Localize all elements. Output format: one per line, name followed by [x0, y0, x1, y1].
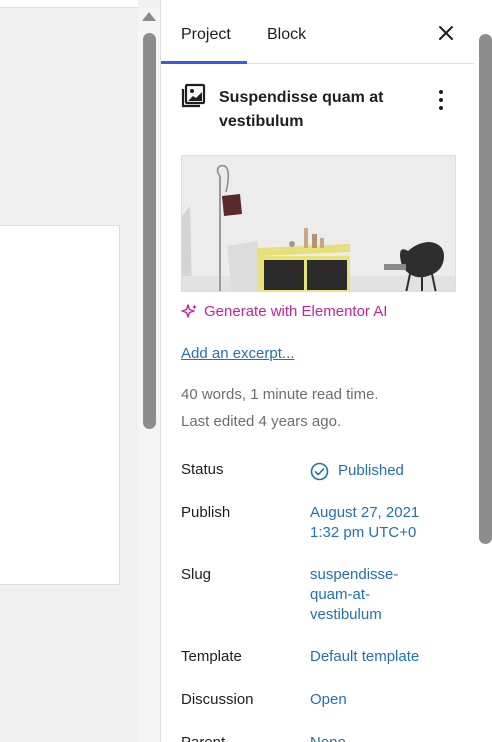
- parent-button[interactable]: None: [310, 733, 346, 742]
- template-button[interactable]: Default template: [310, 647, 419, 667]
- discussion-button[interactable]: Open: [310, 690, 347, 710]
- editor-block[interactable]: [0, 225, 120, 585]
- parent-label: Parent: [181, 734, 225, 742]
- settings-sidebar: Project Block Suspendisse quam at vestib…: [160, 0, 475, 742]
- close-sidebar-button[interactable]: [435, 22, 457, 44]
- more-vertical-icon: [439, 90, 443, 110]
- generate-with-ai-label: Generate with Elementor AI: [204, 303, 388, 320]
- status-value: Published: [338, 462, 404, 479]
- publish-label: Publish: [181, 504, 231, 521]
- post-title: Suspendisse quam at vestibulum: [219, 89, 384, 130]
- active-tab-indicator: [161, 61, 247, 64]
- post-actions-button[interactable]: [431, 86, 451, 112]
- tab-project[interactable]: Project: [181, 0, 231, 64]
- add-excerpt-link[interactable]: Add an excerpt...: [181, 345, 294, 362]
- ai-sparkle-icon: [181, 304, 197, 318]
- sidebar-scroll-thumb[interactable]: [479, 34, 492, 544]
- featured-image[interactable]: [181, 155, 456, 292]
- last-edited: Last edited 4 years ago.: [181, 413, 342, 430]
- close-icon: [439, 26, 453, 40]
- generate-with-ai-link[interactable]: Generate with Elementor AI: [181, 303, 387, 320]
- word-count: 40 words, 1 minute read time.: [181, 386, 379, 403]
- gallery-icon: [181, 82, 207, 108]
- slug-button[interactable]: suspendisse- quam-at- vestibulum: [310, 565, 398, 625]
- sidebar-tabs: Project Block: [161, 0, 475, 64]
- template-label: Template: [181, 648, 242, 665]
- publish-date-button[interactable]: August 27, 2021 1:32 pm UTC+0: [310, 503, 419, 543]
- tab-block[interactable]: Block: [267, 0, 306, 64]
- editor-top-strip: [0, 0, 138, 8]
- status-button[interactable]: Published: [310, 461, 404, 481]
- scroll-up-arrow-icon[interactable]: [142, 12, 156, 21]
- status-label: Status: [181, 461, 224, 478]
- editor-scroll-thumb[interactable]: [143, 33, 156, 429]
- check-circle-icon: [310, 462, 329, 480]
- discussion-label: Discussion: [181, 691, 254, 708]
- featured-image-picture: [182, 156, 455, 291]
- editor-canvas-area: [0, 0, 160, 742]
- slug-label: Slug: [181, 566, 212, 583]
